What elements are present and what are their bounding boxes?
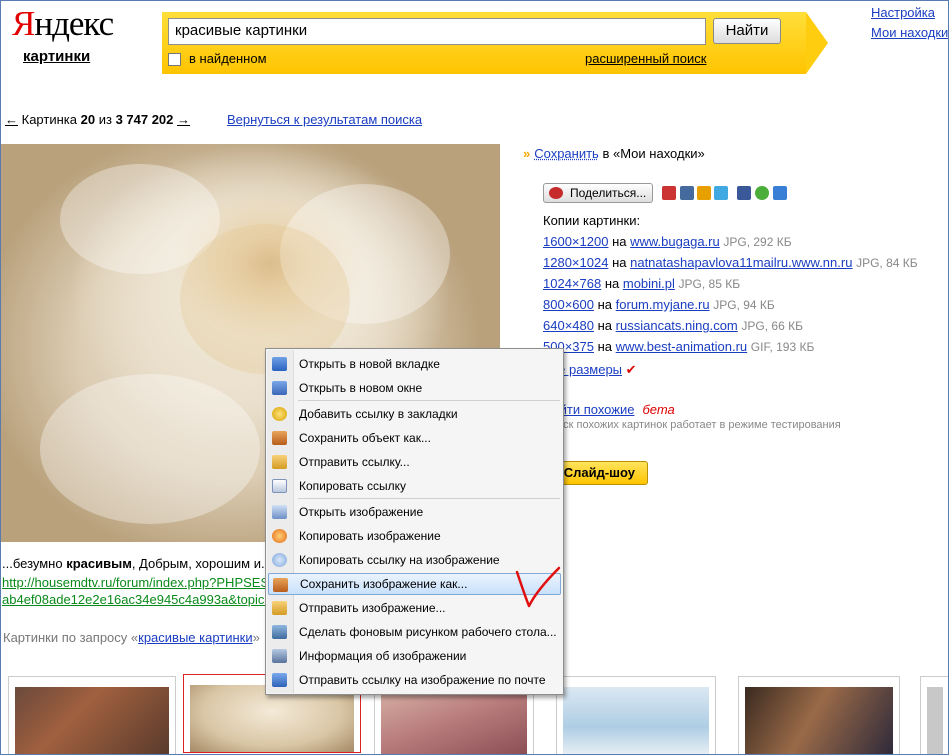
open-image-icon [272, 505, 287, 519]
context-menu: Открыть в новой вкладке Открыть в новом … [265, 348, 564, 695]
menu-item-copy-image[interactable]: Копировать изображение [268, 525, 561, 547]
search-bar-arrow [806, 12, 828, 74]
friends-icon[interactable] [697, 186, 711, 200]
social-i-icon[interactable] [662, 186, 676, 200]
save-object-icon [272, 431, 287, 445]
thumbnail[interactable] [920, 676, 949, 755]
copy-row: 800×600 на forum.myjane.ru JPG, 94 КБ [543, 297, 775, 312]
send-link-icon [272, 455, 287, 469]
find-button[interactable]: Найти [713, 18, 781, 44]
query-line: Картинки по запросу «красивые картинки» [3, 630, 260, 645]
my-finds-link[interactable]: Мои находки [871, 23, 948, 43]
livejournal-icon[interactable] [773, 186, 787, 200]
moi-mir-icon[interactable] [755, 186, 769, 200]
menu-item-set-wallpaper[interactable]: Сделать фоновым рисунком рабочего стола.… [268, 621, 561, 643]
copy-link-icon [272, 479, 287, 493]
yandex-logo[interactable]: Яндекс [12, 4, 114, 44]
menu-item-bookmark-link[interactable]: Добавить ссылку в закладки [268, 403, 561, 425]
back-to-results-link[interactable]: Вернуться к результатам поиска [227, 112, 422, 127]
menu-item-open-new-window[interactable]: Открыть в новом окне [268, 377, 561, 399]
send-image-icon [272, 601, 287, 615]
menu-item-copy-link[interactable]: Копировать ссылку [268, 475, 561, 497]
image-pager: ← Картинка 20 из 3 747 202 → [5, 112, 190, 127]
menu-item-open-image[interactable]: Открыть изображение [268, 501, 561, 523]
copy-row: 500×375 на www.best-animation.ru GIF, 19… [543, 339, 815, 354]
thumbnail[interactable] [556, 676, 716, 755]
save-chevron-icon: » [523, 146, 531, 161]
image-info-icon [272, 649, 287, 663]
copy-row: 1600×1200 на www.bugaga.ru JPG, 292 КБ [543, 234, 792, 249]
testing-note: Поиск похожих картинок работает в режиме… [543, 419, 841, 431]
menu-item-mail-image-link[interactable]: Отправить ссылку на изображение по почте [268, 669, 561, 691]
copy-row: 1024×768 на mobini.pl JPG, 85 КБ [543, 276, 741, 291]
search-input[interactable]: красивые картинки [168, 18, 706, 45]
image-caption: ...безумно красивым, Добрым, хорошим и..… [2, 556, 272, 571]
menu-separator [298, 400, 560, 401]
next-image-arrow[interactable]: → [177, 112, 190, 127]
save-to-finds: » Сохранить в «Мои находки» [523, 146, 705, 161]
prev-image-arrow[interactable]: ← [5, 112, 18, 127]
pager-prefix: Картинка [21, 112, 77, 127]
in-found-checkbox[interactable] [168, 53, 181, 66]
menu-separator [298, 498, 560, 499]
new-tab-icon [272, 357, 287, 371]
copy-row: 640×480 на russiancats.ning.com JPG, 66 … [543, 318, 803, 333]
save-link[interactable]: Сохранить [534, 146, 599, 161]
copy-row: 1280×1024 на natnatashapavlova11mailru.w… [543, 255, 918, 270]
wallpaper-icon [272, 625, 287, 639]
pager-current: 20 [80, 112, 96, 127]
query-link[interactable]: красивые картинки [138, 630, 253, 645]
menu-item-send-link[interactable]: Отправить ссылку... [268, 451, 561, 473]
menu-item-open-new-tab[interactable]: Открыть в новой вкладке [268, 353, 561, 375]
thumbnail[interactable] [738, 676, 900, 755]
red-checkmark-annotation [515, 566, 561, 608]
pager-of: из [98, 112, 112, 127]
twitter-icon[interactable] [714, 186, 728, 200]
in-found-label: в найденном [189, 51, 267, 66]
thumbnail[interactable] [8, 676, 176, 755]
petal-highlight [40, 374, 260, 524]
settings-link[interactable]: Настройка [871, 3, 948, 23]
share-button[interactable]: Поделиться... [543, 183, 654, 203]
bookmark-icon [272, 407, 287, 421]
advanced-search-link[interactable]: расширенный поиск [585, 51, 706, 66]
copy-image-icon [272, 529, 287, 543]
beta-badge: бета [642, 402, 675, 417]
menu-item-save-object[interactable]: Сохранить объект как... [268, 427, 561, 449]
save-image-icon [273, 578, 288, 592]
vkontakte-icon[interactable] [680, 186, 694, 200]
image-source-link[interactable]: http://housemdtv.ru/forum/index.php?PHPS… [2, 574, 298, 608]
copies-title: Копии картинки: [543, 213, 641, 228]
copy-image-link-icon [272, 553, 287, 567]
mail-icon [272, 673, 287, 687]
pager-total: 3 747 202 [115, 112, 174, 127]
share-icon [549, 187, 563, 199]
facebook-icon[interactable] [737, 186, 751, 200]
images-service-link[interactable]: картинки [23, 48, 90, 65]
new-window-icon [272, 381, 287, 395]
top-links: Настройка Мои находки [871, 3, 948, 43]
menu-item-image-info[interactable]: Информация об изображении [268, 645, 561, 667]
